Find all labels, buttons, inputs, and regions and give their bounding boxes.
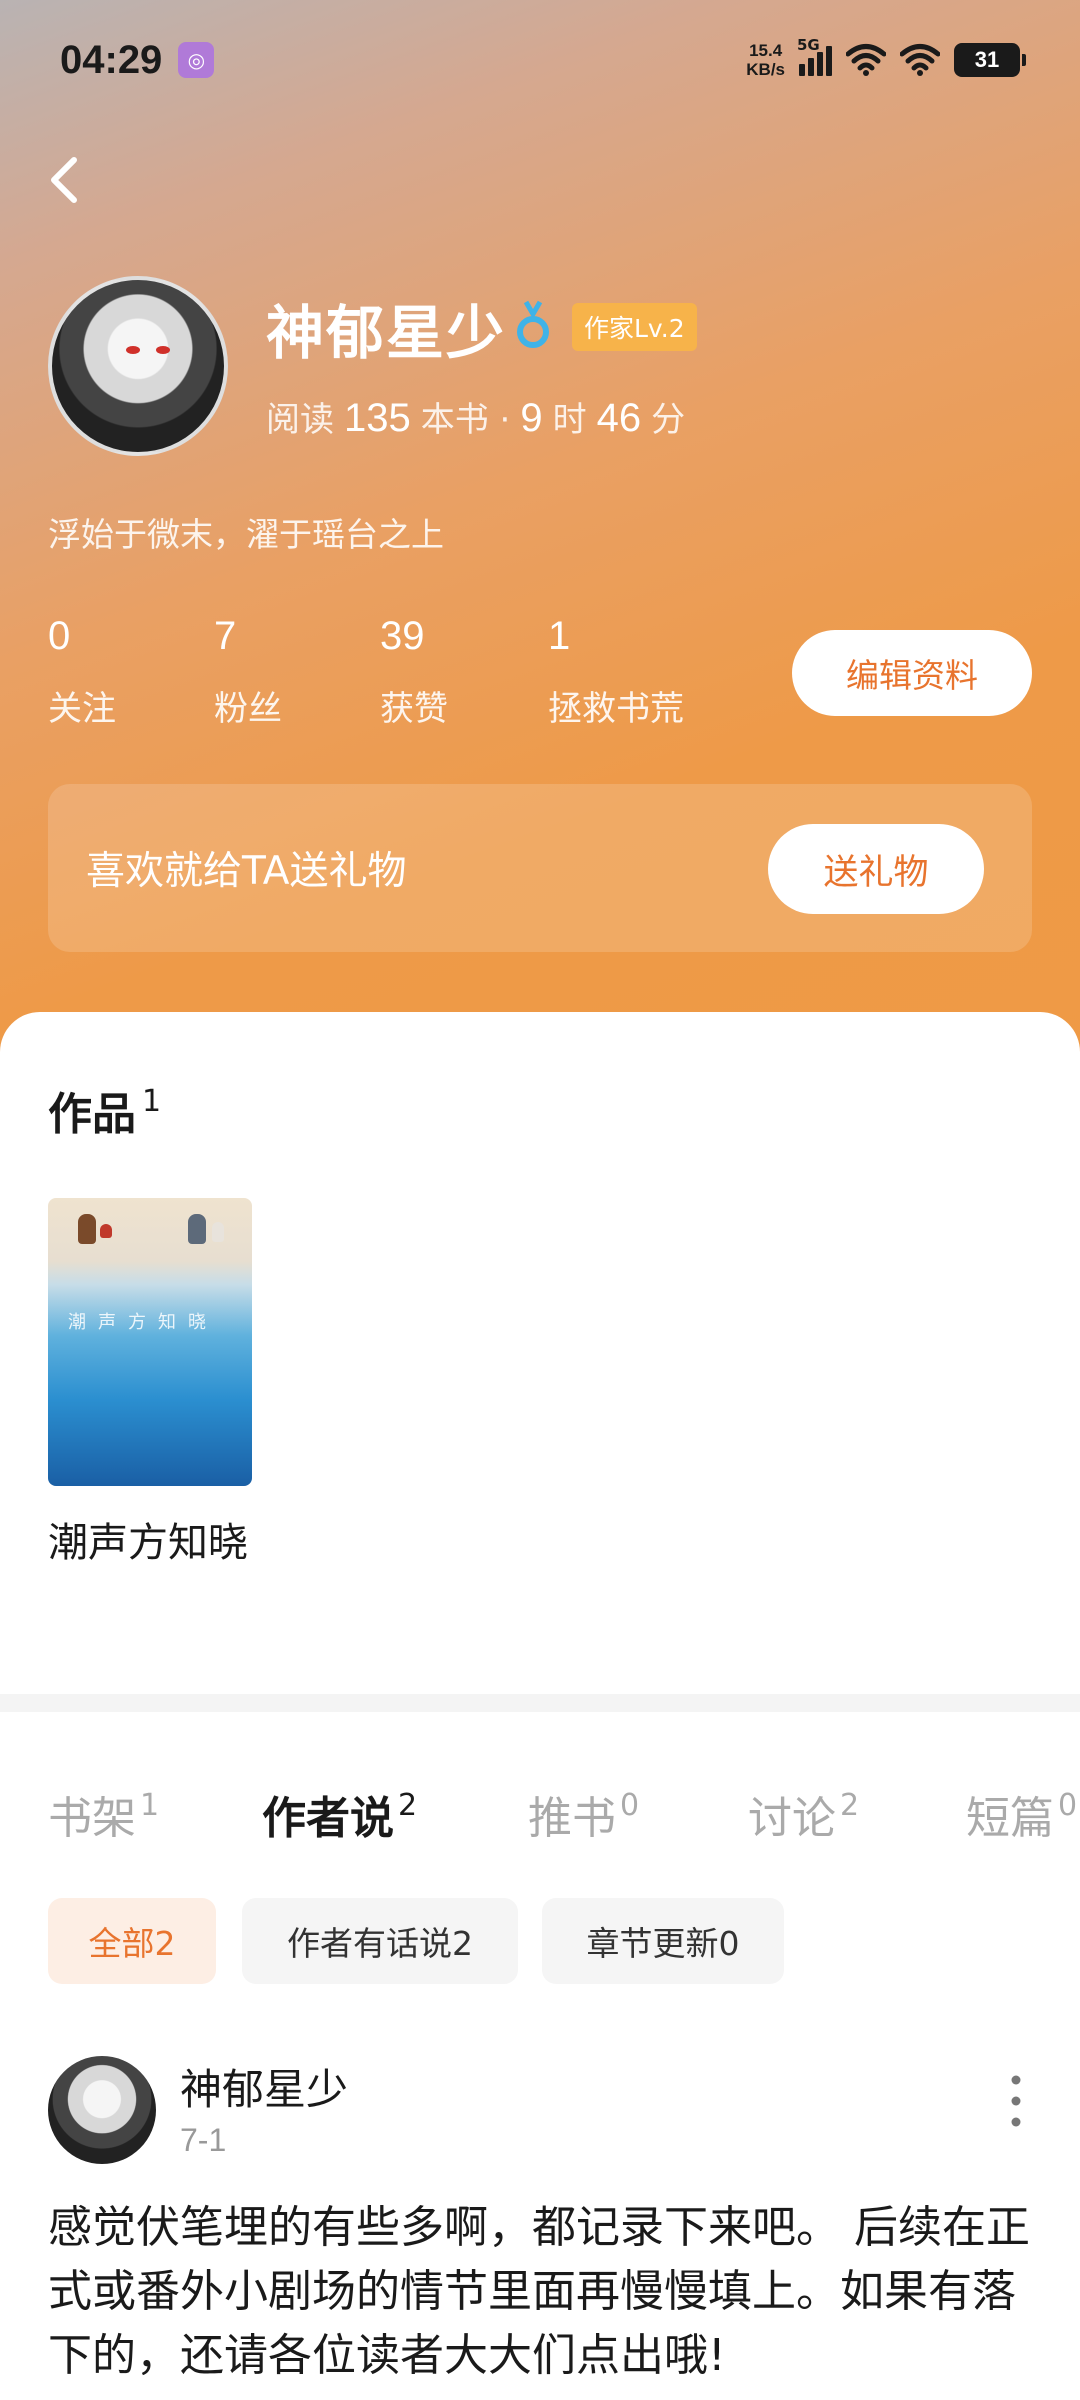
more-options-icon[interactable]	[996, 2066, 1036, 2136]
reading-minutes: 46	[596, 396, 642, 440]
post-date: 7-1	[180, 2122, 227, 2158]
writer-level-badge: 作家Lv.2	[572, 303, 697, 351]
status-time: 04:29	[60, 37, 163, 82]
stat-book-rescue[interactable]: 1 拯救书荒	[548, 614, 684, 730]
battery-icon: 31	[954, 43, 1026, 77]
filter-chapter-updates[interactable]: 章节更新0	[542, 1898, 784, 1984]
network-speed-unit: KB/s	[746, 60, 785, 79]
tab-label: 书架	[48, 1793, 136, 1844]
wifi-secondary-icon	[900, 44, 940, 76]
stat-value: 0	[48, 614, 71, 658]
tab-label: 讨论	[748, 1793, 836, 1844]
post-author-avatar[interactable]	[48, 2056, 156, 2164]
stat-followers[interactable]: 7 粉丝	[214, 614, 282, 730]
stat-value: 7	[214, 614, 237, 658]
post-author-name[interactable]: 神郁星少	[180, 2056, 348, 2117]
network-speed: 15.4 KB/s	[746, 41, 785, 79]
tab-recommend[interactable]: 推书 0	[528, 1782, 639, 1846]
section-divider	[0, 1694, 1080, 1712]
tab-short-stories[interactable]: 短篇 0	[966, 1782, 1080, 1846]
read-prefix: 阅读	[266, 400, 334, 440]
status-indicators: 15.4 KB/s 5G 31	[746, 36, 1026, 79]
hours-unit: 时	[552, 400, 587, 440]
tab-count: 0	[620, 1788, 640, 1823]
stat-value: 1	[548, 614, 571, 658]
books-unit: 本书 ·	[420, 400, 511, 440]
stat-label: 关注	[48, 689, 116, 729]
stat-label: 拯救书荒	[548, 689, 684, 729]
tab-count: 0	[1058, 1788, 1078, 1823]
stat-value: 39	[380, 614, 425, 658]
tab-count: 1	[140, 1788, 160, 1823]
tab-discussion[interactable]: 讨论 2	[748, 1782, 859, 1846]
profile-signature: 浮始于微末，濯于瑶台之上	[48, 515, 444, 554]
tab-author-says[interactable]: 作者说 2	[262, 1782, 417, 1846]
gift-prompt: 喜欢就给TA送礼物	[86, 849, 407, 894]
books-read-count: 135	[344, 396, 411, 440]
gift-panel: 喜欢就给TA送礼物 送礼物	[48, 784, 1032, 952]
tab-bookshelf[interactable]: 书架 1	[48, 1782, 159, 1846]
filter-all[interactable]: 全部2	[48, 1898, 216, 1984]
works-section-title: 作品 1	[48, 1078, 161, 1142]
tab-count: 2	[398, 1788, 418, 1823]
network-speed-value: 15.4	[749, 41, 783, 60]
edit-profile-button[interactable]: 编辑资料	[792, 630, 1032, 716]
send-gift-button[interactable]: 送礼物	[768, 824, 984, 914]
book-cover[interactable]: 潮声方知晓	[48, 1198, 252, 1486]
profile-tabs: 书架 1 作者说 2 推书 0 讨论 2 短篇 0	[0, 1782, 1080, 1852]
network-type: 5G	[797, 36, 820, 54]
stat-label: 粉丝	[214, 689, 282, 729]
reading-hours: 9	[520, 396, 543, 440]
post-body[interactable]: 感觉伏笔埋的有些多啊，都记录下来吧。 后续在正式或番外小剧场的情节里面再慢慢填上…	[48, 2196, 1048, 2388]
reading-stats: 阅读 135 本书 · 9 时 46 分	[266, 392, 685, 441]
tab-count: 2	[840, 1788, 860, 1823]
tab-label: 推书	[528, 1793, 616, 1844]
writer-medal-icon	[517, 300, 549, 348]
wifi-icon	[846, 44, 886, 76]
book-title[interactable]: 潮声方知晓	[48, 1512, 258, 1574]
profile-avatar[interactable]	[48, 276, 228, 456]
tab-label: 短篇	[966, 1793, 1054, 1844]
tab-label: 作者说	[262, 1793, 394, 1844]
battery-level: 31	[974, 47, 1000, 72]
stat-label: 获赞	[380, 689, 448, 729]
cellular-signal-icon: 5G	[797, 36, 832, 76]
stat-following[interactable]: 0 关注	[48, 614, 116, 730]
profile-username: 神郁星少	[266, 299, 507, 367]
works-title-text: 作品	[48, 1089, 136, 1140]
book-cover-title: 潮声方知晓	[68, 1312, 218, 1333]
status-bar: 04:29 ◎ 15.4 KB/s 5G 31	[0, 0, 1080, 120]
stat-likes[interactable]: 39 获赞	[380, 614, 448, 730]
back-arrow-icon[interactable]	[40, 148, 90, 212]
notification-app-icon: ◎	[178, 42, 215, 78]
minutes-unit: 分	[651, 400, 686, 440]
works-count: 1	[142, 1084, 162, 1119]
filter-author-notes[interactable]: 作者有话说2	[242, 1898, 518, 1984]
profile-content-panel: 作品 1 潮声方知晓 潮声方知晓 书架 1 作者说 2 推书 0 讨论 2 短篇 0 全部2…	[0, 1012, 1080, 2400]
